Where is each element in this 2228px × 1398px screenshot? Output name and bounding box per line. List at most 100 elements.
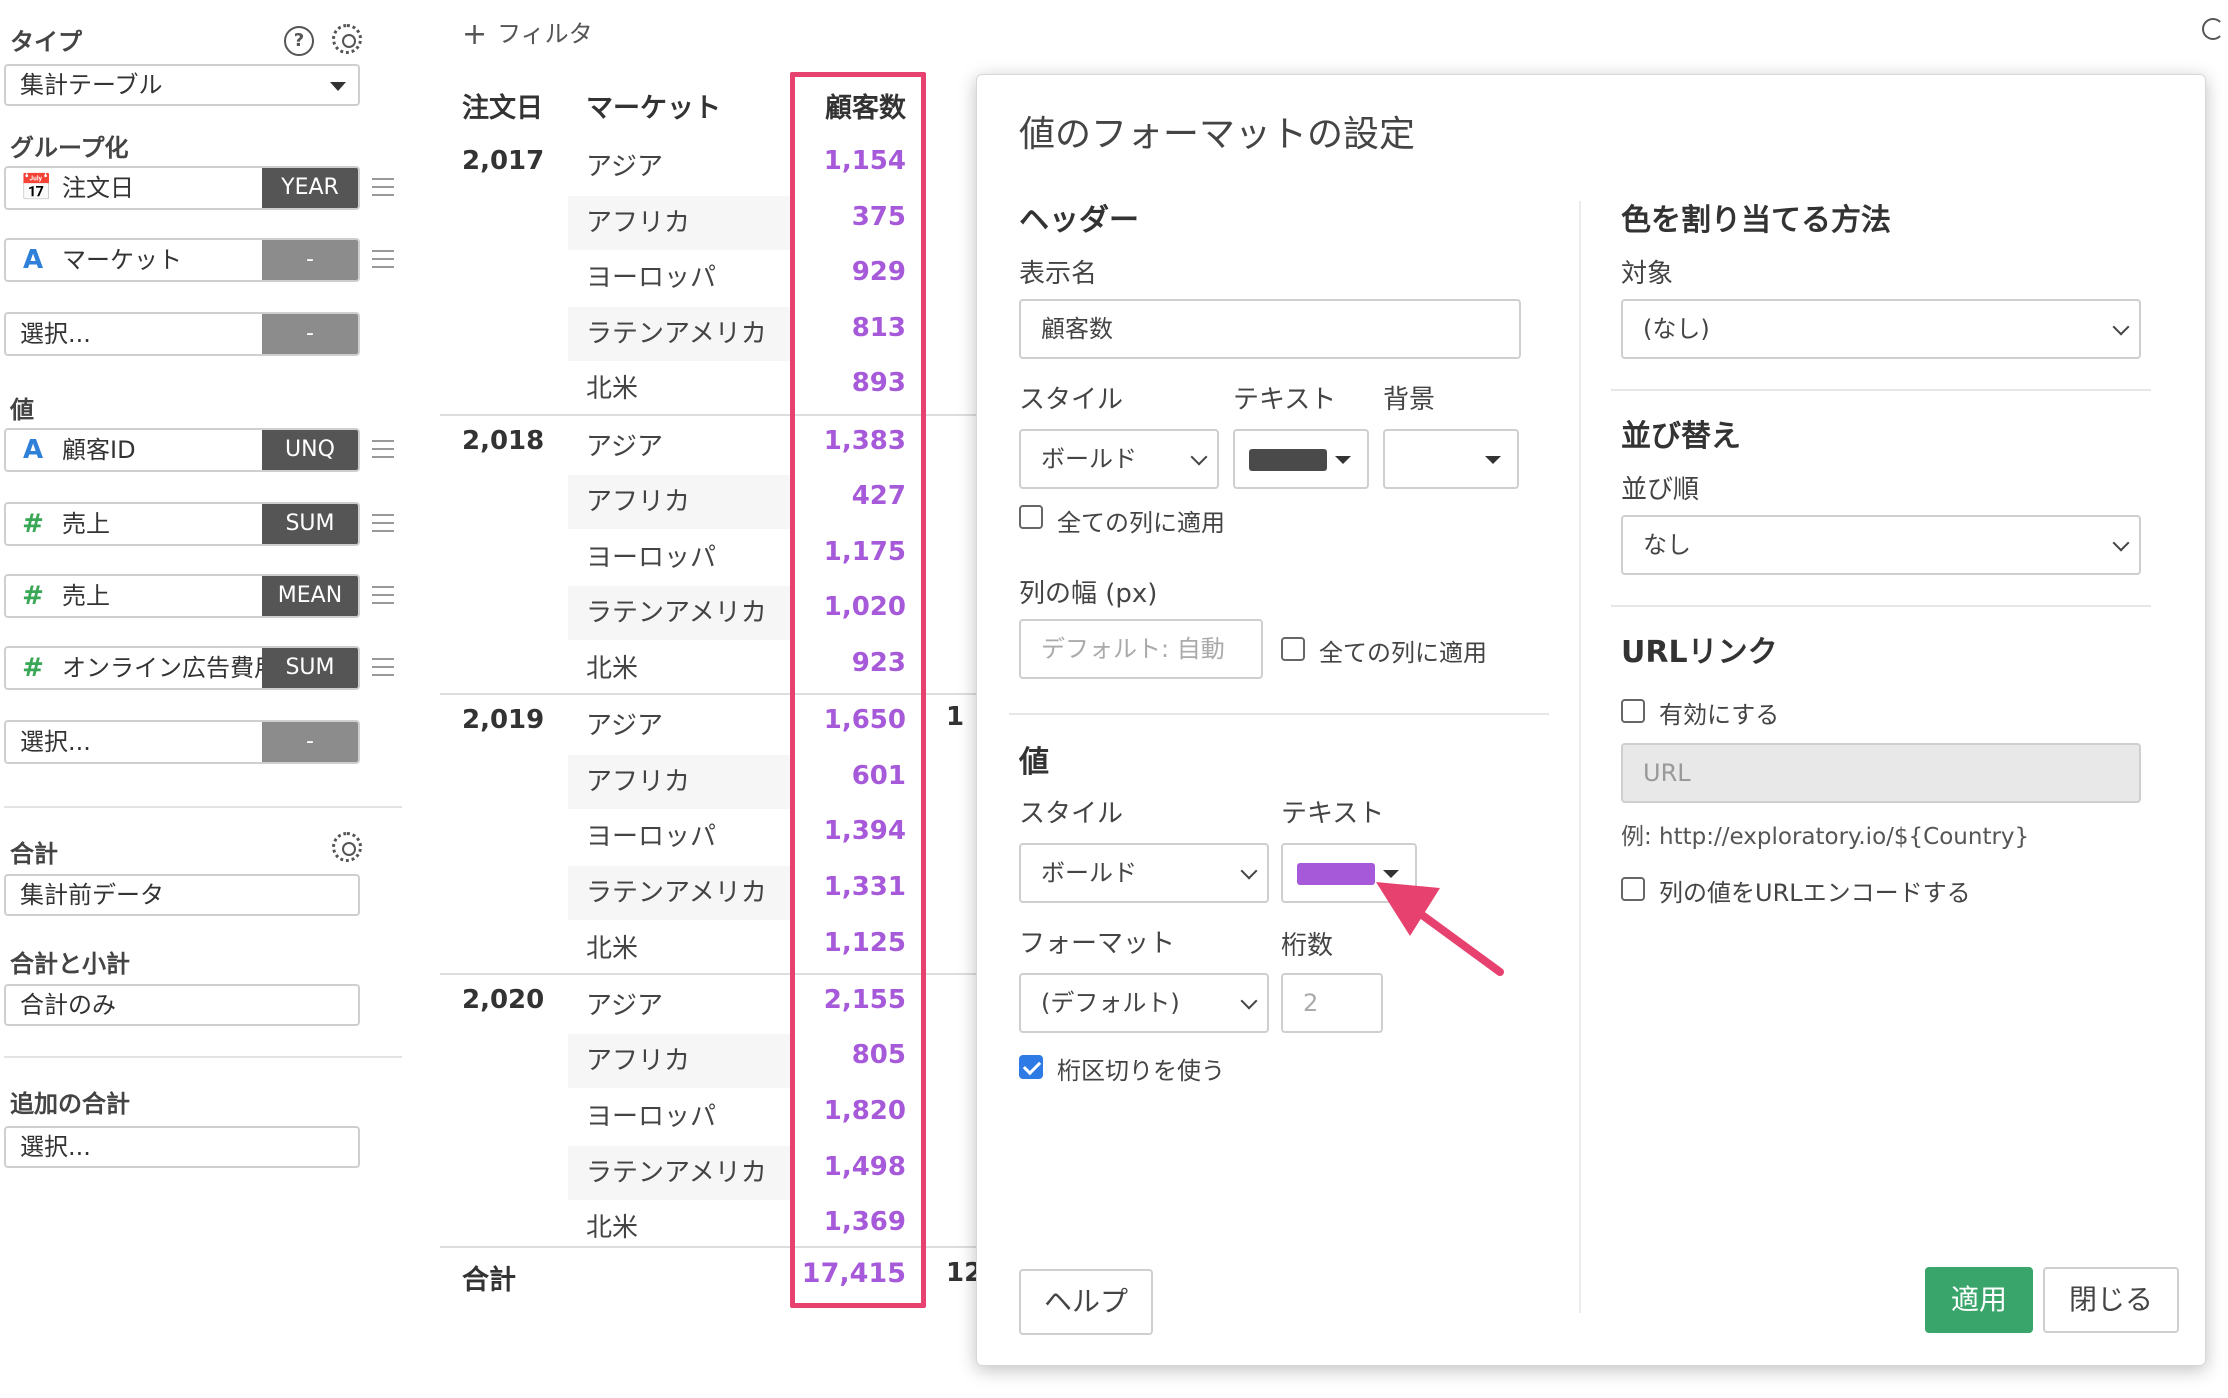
dialog-title: 値のフォーマットの設定 [1019,114,1416,155]
header-bg-color-picker[interactable] [1383,429,1519,489]
drag-handle-icon[interactable] [372,586,394,606]
group-pill-market[interactable]: A マーケット - [4,238,360,282]
value-pill-sales-sum[interactable]: # 売上 SUM [4,502,360,546]
group-pill-label: 注文日 [62,174,134,202]
value-pill-select[interactable]: 選択... - [4,720,360,764]
market-cell: ラテンアメリカ [586,878,767,908]
header-text-color-picker[interactable] [1233,429,1369,489]
market-cell: ヨーロッパ [586,1102,717,1132]
value-style-select[interactable]: ボールド [1019,843,1269,903]
number-type-icon: # [22,581,44,611]
url-encode-label: 列の値をURLエンコードする [1659,879,1971,907]
type-select[interactable]: 集計テーブル [4,64,360,106]
chevron-down-icon [1240,862,1258,880]
drag-handle-icon[interactable] [372,250,394,270]
chevron-down-icon [1240,992,1258,1010]
divider [4,1056,402,1058]
calendar-icon: 📅 [20,173,53,203]
header-bg-label: 背景 [1383,385,1436,415]
values-title: 値 [10,396,34,424]
width-apply-all-checkbox[interactable] [1281,637,1305,661]
group-agg-button[interactable]: - [262,240,358,280]
separator-label: 桁区切りを使う [1057,1057,1225,1085]
group-agg-button[interactable]: - [262,314,358,354]
url-enable-label: 有効にする [1659,701,1780,729]
number-type-icon: # [22,653,44,683]
format-select[interactable]: (デフォルト) [1019,973,1269,1033]
market-cell: ラテンアメリカ [586,1157,767,1188]
value-agg-button[interactable]: SUM [262,648,358,688]
value-pill-sales-mean[interactable]: # 売上 MEAN [4,574,360,618]
value-pill-online-ad[interactable]: # オンライン広告費用 SUM [4,646,360,690]
total-settings-gear-icon[interactable] [332,832,362,862]
apply-button[interactable]: 適用 [1925,1267,2033,1333]
value-pill-label: 顧客ID [62,436,136,464]
header-apply-all-label: 全ての列に適用 [1057,509,1225,537]
color-section-title: 色を割り当てる方法 [1621,203,1891,238]
drag-handle-icon[interactable] [372,440,394,460]
value-agg-button[interactable]: - [262,722,358,762]
color-target-select[interactable]: (なし) [1621,299,2141,359]
column-width-input[interactable]: デフォルト: 自動 [1019,619,1263,679]
value-agg-button[interactable]: SUM [262,504,358,544]
type-select-value: 集計テーブル [20,71,163,99]
market-cell: ラテンアメリカ [586,598,767,629]
drag-handle-icon[interactable] [372,178,394,198]
url-example-hint: 例: http://exploratory.io/${Country} [1621,824,2030,850]
value-agg-button[interactable]: UNQ [262,430,358,470]
value-pill-customer-id[interactable]: A 顧客ID UNQ [4,428,360,472]
column-header-date[interactable]: 注文日 [462,86,543,125]
market-cell: アジア [586,711,663,742]
section-divider [1611,389,2151,391]
group-select-placeholder: 選択... [20,320,91,348]
market-cell: 北米 [586,374,639,405]
market-cell: アジア [586,431,663,462]
header-apply-all-checkbox[interactable] [1019,505,1043,529]
separator-checkbox[interactable] [1019,1055,1043,1079]
extra-total-input[interactable]: 選択... [4,1126,360,1168]
digits-input[interactable]: 2 [1281,973,1383,1033]
market-cell: アフリカ [586,487,691,518]
value-section-title: 値 [1019,745,1049,780]
url-encode-checkbox[interactable] [1621,877,1645,901]
divider [4,806,402,808]
close-button[interactable]: 閉じる [2043,1267,2179,1333]
year-cell: 2,019 [462,705,545,736]
header-style-value: ボールド [1041,445,1137,473]
group-agg-button[interactable]: YEAR [262,168,358,208]
url-enable-checkbox[interactable] [1621,699,1645,723]
caret-down-icon [1383,870,1399,878]
value-text-color-picker[interactable] [1281,843,1417,903]
caret-down-icon [1485,456,1501,464]
help-button[interactable]: ヘルプ [1019,1269,1153,1335]
market-cell: アフリカ [586,766,691,797]
total-row-label: 合計 [462,1265,516,1296]
value-text-color-swatch [1297,863,1375,885]
digits-label: 桁数 [1281,931,1334,961]
group-pill-order-date[interactable]: 📅 注文日 YEAR [4,166,360,210]
subtotal-input[interactable]: 合計のみ [4,984,360,1026]
year-cell: 2,020 [462,984,545,1015]
format-settings-dialog: 値のフォーマットの設定 ヘッダー 表示名 顧客数 スタイル テキスト 背景 ボー… [976,74,2206,1366]
market-cell: ヨーロッパ [586,263,717,294]
comment-icon[interactable] [2202,18,2224,40]
plus-icon: + [462,17,488,52]
display-name-input[interactable]: 顧客数 [1019,299,1521,359]
column-header-market[interactable]: マーケット [586,86,721,125]
value-style-value: ボールド [1041,859,1137,887]
width-apply-all-label: 全ての列に適用 [1319,639,1487,667]
filter-button[interactable]: + フィルタ [462,14,593,52]
total-input[interactable]: 集計前データ [4,874,360,916]
group-pill-select[interactable]: 選択... - [4,312,360,356]
header-style-select[interactable]: ボールド [1019,429,1219,489]
drag-handle-icon[interactable] [372,658,394,678]
settings-gear-icon[interactable] [332,24,362,54]
url-input[interactable]: URL [1621,743,2141,803]
value-agg-button[interactable]: MEAN [262,576,358,616]
drag-handle-icon[interactable] [372,514,394,534]
market-cell: アフリカ [586,207,691,238]
chevron-down-icon [1190,448,1208,466]
help-icon[interactable]: ? [284,26,314,56]
sort-order-select[interactable]: なし [1621,515,2141,575]
chevron-down-icon [2112,534,2130,552]
